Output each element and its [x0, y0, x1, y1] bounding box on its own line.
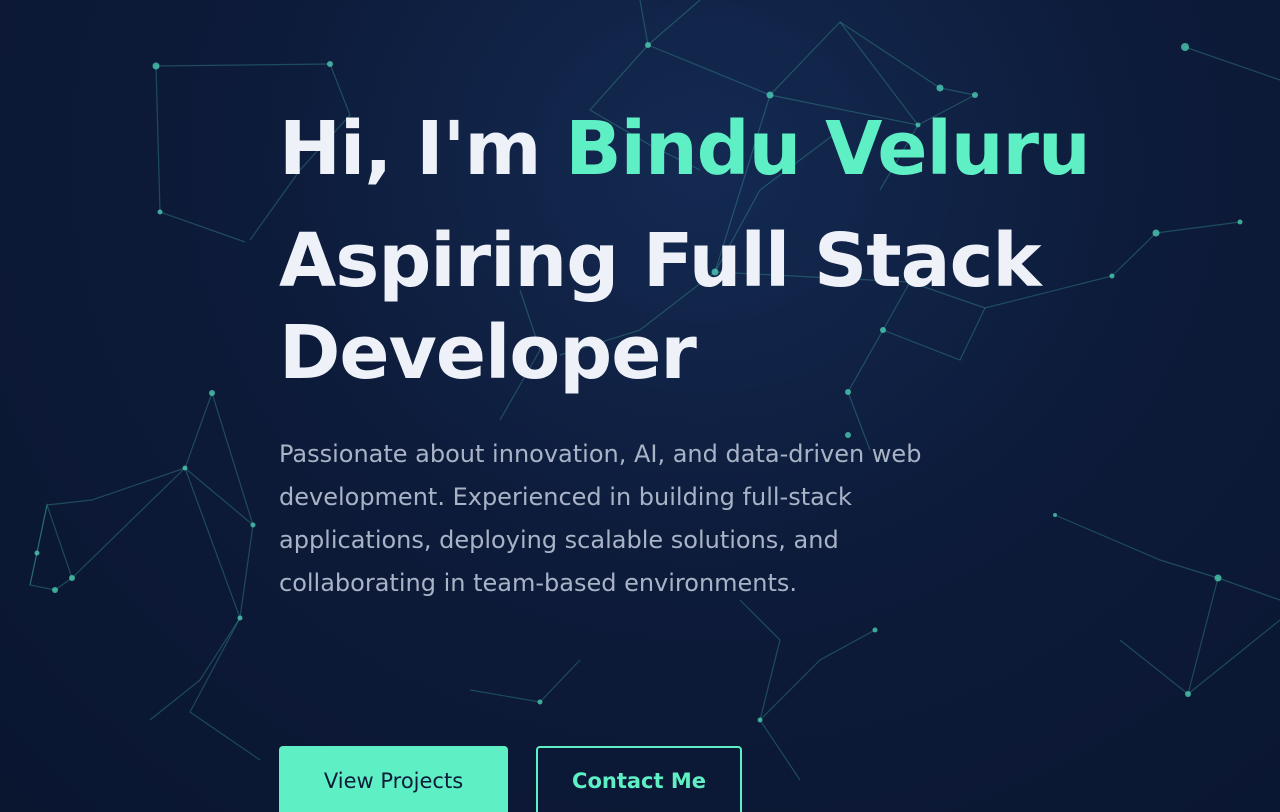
hero-name: Bindu Veluru — [565, 106, 1090, 192]
hero-description: Passionate about innovation, AI, and dat… — [279, 440, 922, 597]
hero-actions: View Projects Contact Me — [279, 746, 742, 812]
greeting-prefix: Hi, I'm — [279, 106, 566, 192]
hero-role: Aspiring Full Stack Developer — [279, 218, 1042, 396]
hero-section: Hi, I'm Bindu Veluru Aspiring Full Stack… — [279, 102, 1179, 605]
contact-me-button[interactable]: Contact Me — [536, 746, 742, 812]
hero-greeting: Hi, I'm Bindu Veluru — [279, 102, 1179, 197]
view-projects-button[interactable]: View Projects — [279, 746, 508, 812]
